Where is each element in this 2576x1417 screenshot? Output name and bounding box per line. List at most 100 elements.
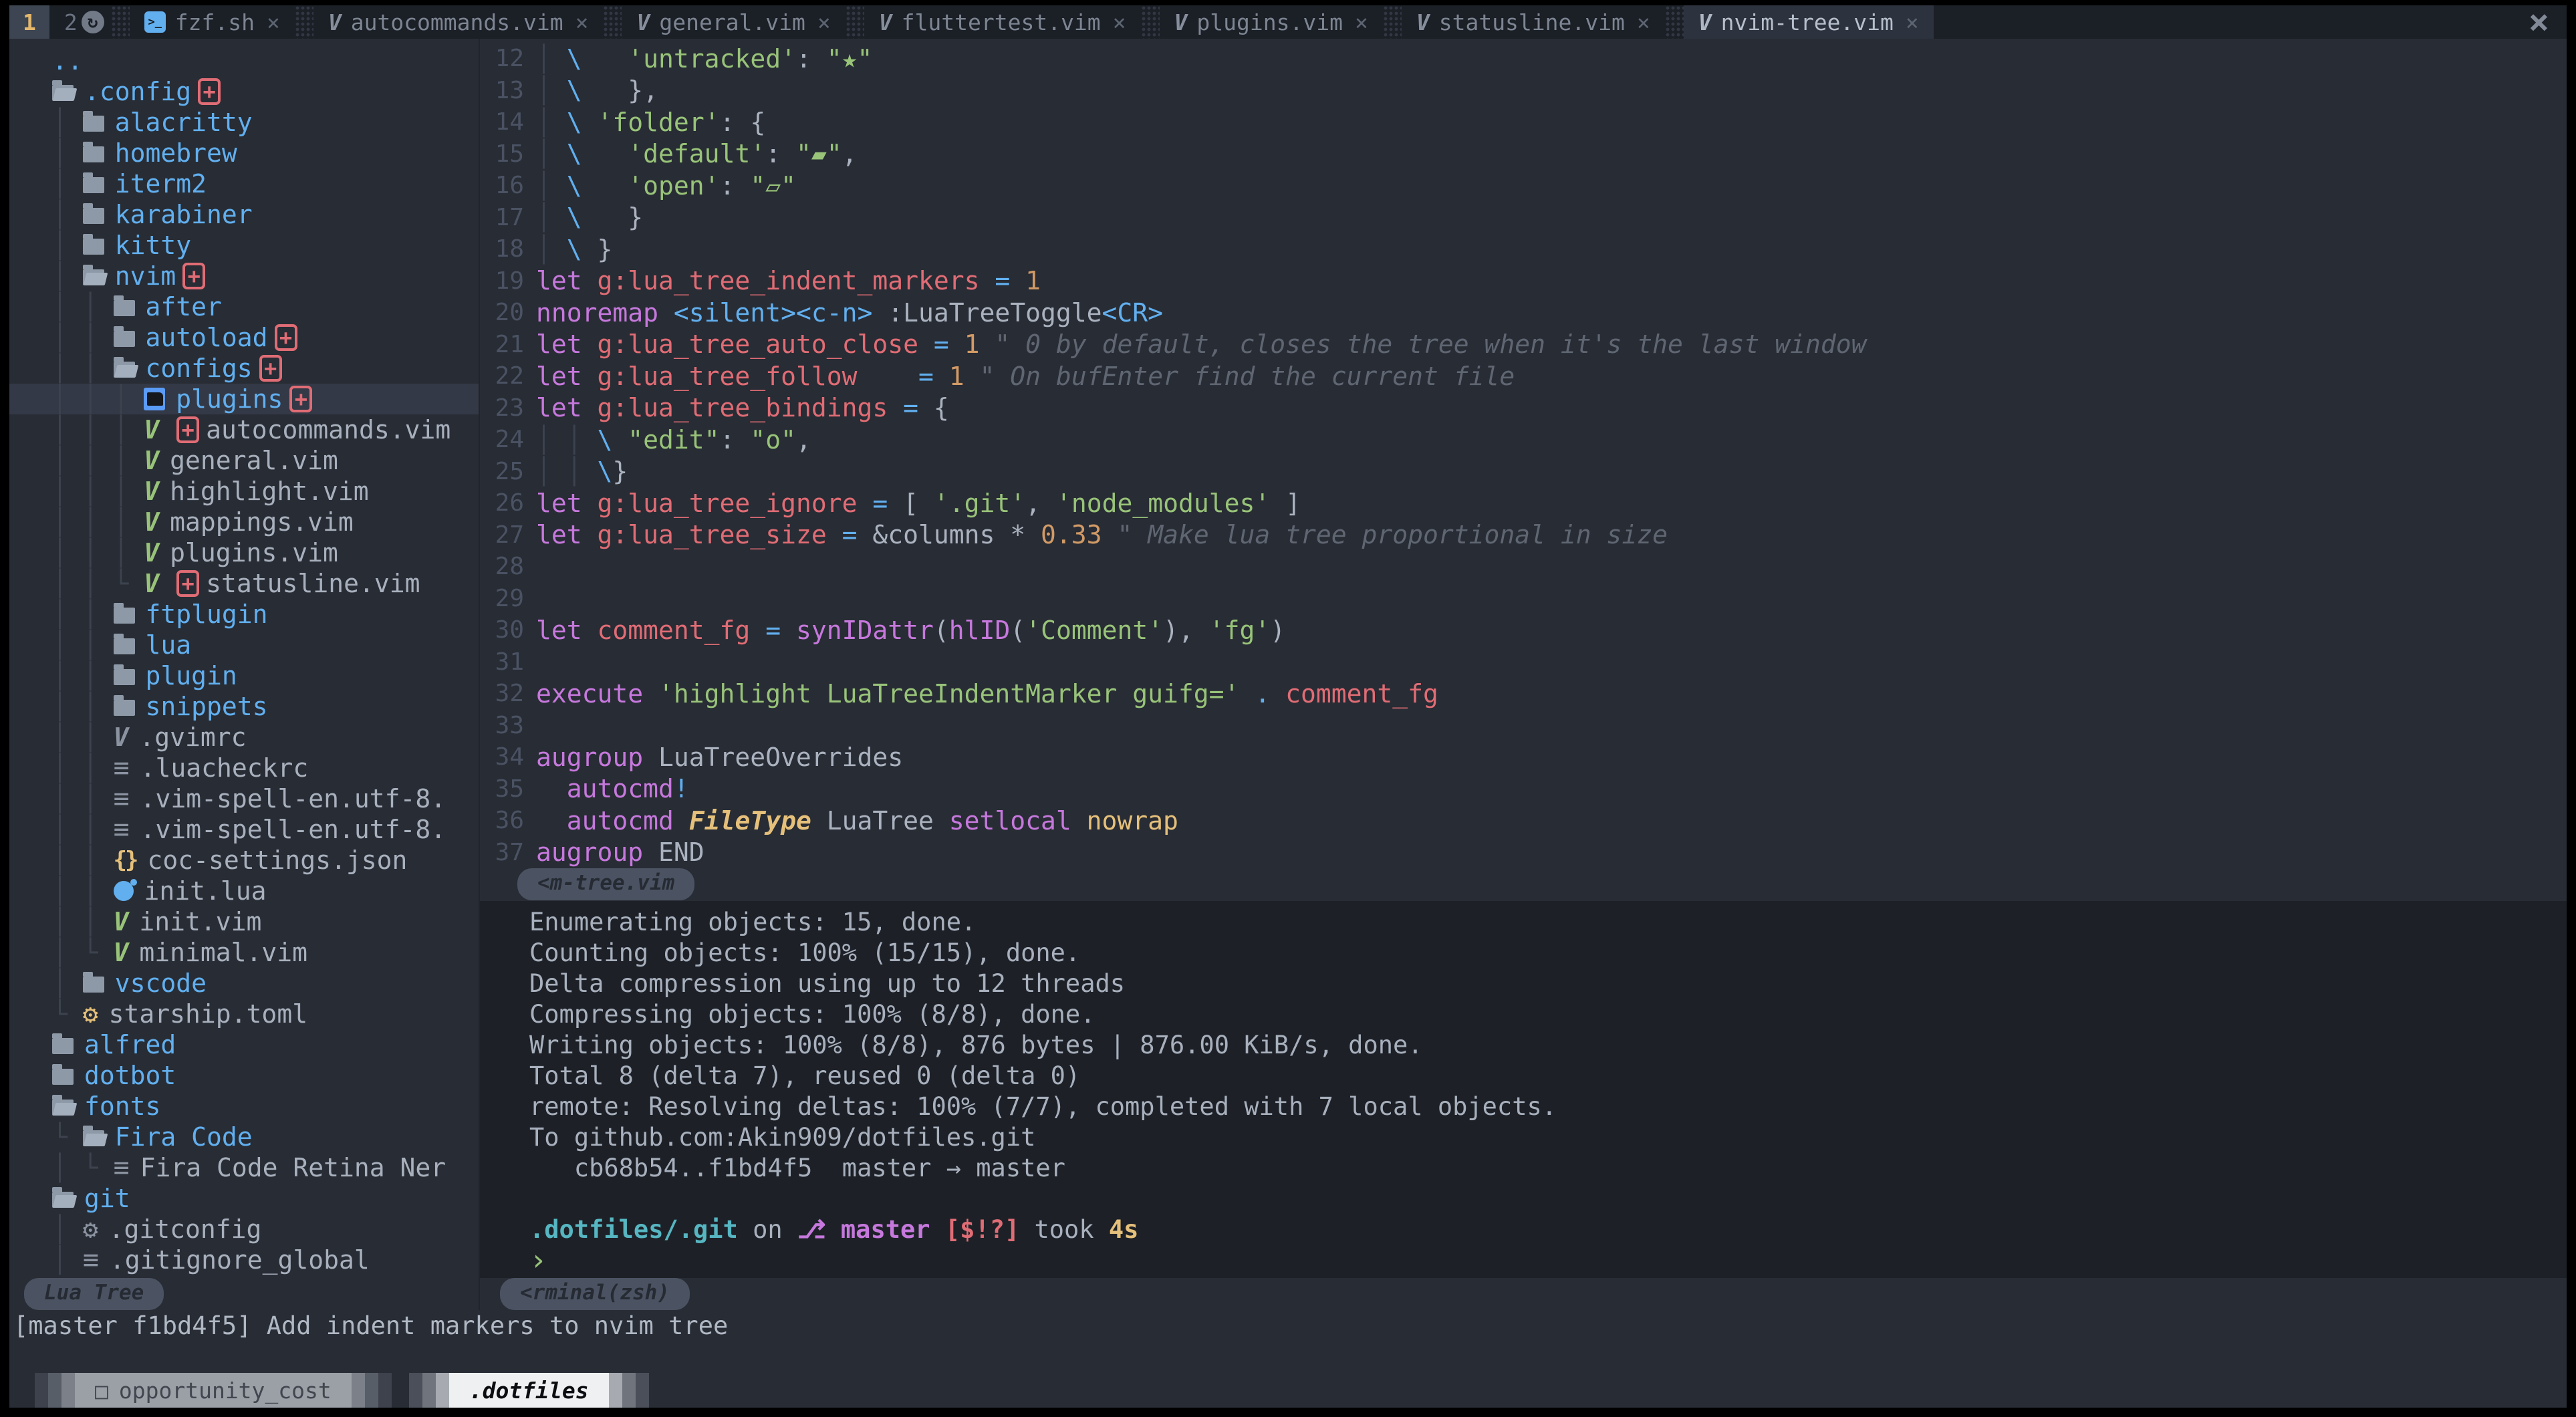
tree-row-general.vim[interactable]: │ │ │ general.vim [9,445,479,476]
editor[interactable]: 12│ \ 'untracked': "★"13│ \ },14│ \ 'fol… [480,39,2567,868]
code-token [582,616,598,645]
code-line[interactable]: 22let g:lua_tree_follow = 1 " On bufEnte… [480,360,2567,392]
tree-row-fonts[interactable]: fonts [9,1091,479,1122]
tmux-window-.dotfiles[interactable]: .dotfiles [409,1373,649,1408]
code-line[interactable]: 35 autocmd! [480,773,2567,805]
tree-row-kitty[interactable]: │ kitty [9,230,479,261]
tree-row-Fira Code Retina Ner[interactable]: │ └ Fira Code Retina Ner [9,1152,479,1183]
tree-file-label: init.vim [139,907,261,936]
tree-row-git[interactable]: git [9,1183,479,1214]
code-line[interactable]: 24│ │ \ "edit": "o", [480,424,2567,456]
tree-row-..[interactable]: .. [9,45,479,76]
tab-close-icon[interactable]: × [1906,9,1919,35]
code-line[interactable]: 30let comment_fg = synIDattr(hlID('Comme… [480,614,2567,646]
code-line[interactable]: 26let g:lua_tree_ignore = [ '.git', 'nod… [480,487,2567,519]
tree-row-.vim-spell-en.utf-8.[interactable]: │ │ .vim-spell-en.utf-8. [9,783,479,814]
code-token: '.git' [934,489,1025,518]
code-line[interactable]: 32execute 'highlight LuaTreeIndentMarker… [480,678,2567,710]
tree-row-.config[interactable]: .config+ [9,76,479,107]
tree-row-plugins.vim[interactable]: │ │ │ plugins.vim [9,537,479,568]
tree-indent-guide: │ [52,231,83,260]
tab-nvim-tree.vim[interactable]: nvim-tree.vim× [1684,5,1934,39]
code-token: ] [1270,489,1301,518]
code-line[interactable]: 18│ \ } [480,233,2567,265]
tab-fzf.sh[interactable]: fzf.sh× [130,5,295,39]
tree-row-.gitignore_global[interactable]: │ .gitignore_global [9,1245,479,1275]
code-line[interactable]: 27let g:lua_tree_size = &columns * 0.33 … [480,519,2567,551]
code-line[interactable]: 15│ \ 'default': "▰", [480,138,2567,170]
tab-statusline.vim[interactable]: statusline.vim× [1402,5,1665,39]
tree-row-init.lua[interactable]: │ │ init.lua [9,876,479,906]
tree-row-vscode[interactable]: │ vscode [9,968,479,999]
tree-row-karabiner[interactable]: │ karabiner [9,199,479,230]
tree-row-dotbot[interactable]: dotbot [9,1060,479,1091]
tab-close-icon[interactable]: × [817,9,831,35]
code-line[interactable]: 29 [480,583,2567,615]
tab-close-icon[interactable]: × [1113,9,1126,35]
tmux-window-opportunity_cost[interactable]: □opportunity_cost [35,1373,392,1408]
code-line[interactable]: 17│ \ } [480,202,2567,234]
tab-plugins.vim[interactable]: plugins.vim× [1160,5,1383,39]
tree-indent-guide: │ │ [52,323,114,352]
tree-row-nvim[interactable]: │ nvim+ [9,261,479,291]
code-line[interactable]: 23let g:lua_tree_bindings = { [480,392,2567,424]
code-line[interactable]: 13│ \ }, [480,75,2567,107]
tab-general.vim[interactable]: general.vim× [622,5,845,39]
tree-row-lua[interactable]: │ │ lua [9,630,479,660]
tree-row-.vim-spell-en.utf-8.[interactable]: │ │ .vim-spell-en.utf-8. [9,814,479,845]
tree-row-statusline.vim[interactable]: │ │ └ +statusline.vim [9,568,479,599]
tmux-window-indicator-2[interactable]: 2 [49,5,82,39]
code-line[interactable]: 16│ \ 'open': "▱" [480,170,2567,202]
window-close-icon[interactable]: × [2511,5,2567,39]
tree-folder-label: plugin [146,661,237,690]
tree-row-coc-settings.json[interactable]: │ │ coc-settings.json [9,845,479,876]
code-line[interactable]: 20nnoremap <silent><c-n> :LuaTreeToggle<… [480,297,2567,329]
code-line[interactable]: 14│ \ 'folder': { [480,106,2567,138]
tree-row-mappings.vim[interactable]: │ │ │ mappings.vim [9,507,479,537]
tree-row-alacritty[interactable]: │ alacritty [9,107,479,138]
tree-row-autocommands.vim[interactable]: │ │ │ +autocommands.vim [9,414,479,445]
terminal-pane[interactable]: Enumerating objects: 15, done.Counting o… [480,901,2567,1278]
code-line[interactable]: 28 [480,551,2567,583]
tree-row-autoload[interactable]: │ │ autoload+ [9,322,479,353]
tree-row-snippets[interactable]: │ │ snippets [9,691,479,722]
code-token: 0.33 [1041,520,1102,549]
tree-row-highlight.vim[interactable]: │ │ │ highlight.vim [9,476,479,507]
code-line[interactable]: 21let g:lua_tree_auto_close = 1 " 0 by d… [480,329,2567,361]
tree-row-starship.toml[interactable]: └ starship.toml [9,999,479,1029]
tab-fluttertest.vim[interactable]: fluttertest.vim× [864,5,1141,39]
terminal-line: Counting objects: 100% (15/15), done. [529,937,2567,968]
tree-folder-label: .. [52,46,83,76]
code-line[interactable]: 19let g:lua_tree_indent_markers = 1 [480,265,2567,297]
code-line[interactable]: 37augroup END [480,837,2567,868]
tab-close-icon[interactable]: × [1637,9,1650,35]
code-line[interactable]: 31 [480,646,2567,678]
window-edge-gradient [636,1373,649,1408]
tab-autocommands.vim[interactable]: autocommands.vim× [313,5,604,39]
tree-row-plugins[interactable]: │ │ │ plugins+ [9,384,479,414]
tree-row-after[interactable]: │ │ after [9,291,479,322]
code-line[interactable]: 25│ │ \} [480,456,2567,488]
tree-row-minimal.vim[interactable]: │ └ minimal.vim [9,937,479,968]
tree-row-init.vim[interactable]: │ │ init.vim [9,906,479,937]
tmux-window-indicator-1[interactable]: 1 [9,5,49,39]
tree-row-plugin[interactable]: │ │ plugin [9,660,479,691]
tree-row-iterm2[interactable]: │ iterm2 [9,168,479,199]
tab-close-icon[interactable]: × [267,9,280,35]
tree-row-alfred[interactable]: alfred [9,1029,479,1060]
tab-close-icon[interactable]: × [1355,9,1368,35]
code-line[interactable]: 33 [480,710,2567,742]
tree-row-.gitconfig[interactable]: │ .gitconfig [9,1214,479,1245]
tree-row-Fira Code[interactable]: └ Fira Code [9,1122,479,1152]
tree-row-homebrew[interactable]: │ homebrew [9,138,479,168]
tab-close-icon[interactable]: × [575,9,589,35]
code-line[interactable]: 36 autocmd FileType LuaTree setlocal now… [480,805,2567,837]
folder-open-icon [52,1192,74,1208]
tree-row-.luacheckrc[interactable]: │ │ .luacheckrc [9,753,479,783]
main-area: ...config+│ alacritty│ homebrew│ iterm2│… [9,39,2567,1310]
code-line[interactable]: 34augroup LuaTreeOverrides [480,741,2567,773]
tree-row-ftplugin[interactable]: │ │ ftplugin [9,599,479,630]
tree-row-.gvimrc[interactable]: │ │ .gvimrc [9,722,479,753]
tree-row-configs[interactable]: │ │ configs+ [9,353,479,384]
code-line[interactable]: 12│ \ 'untracked': "★" [480,43,2567,75]
